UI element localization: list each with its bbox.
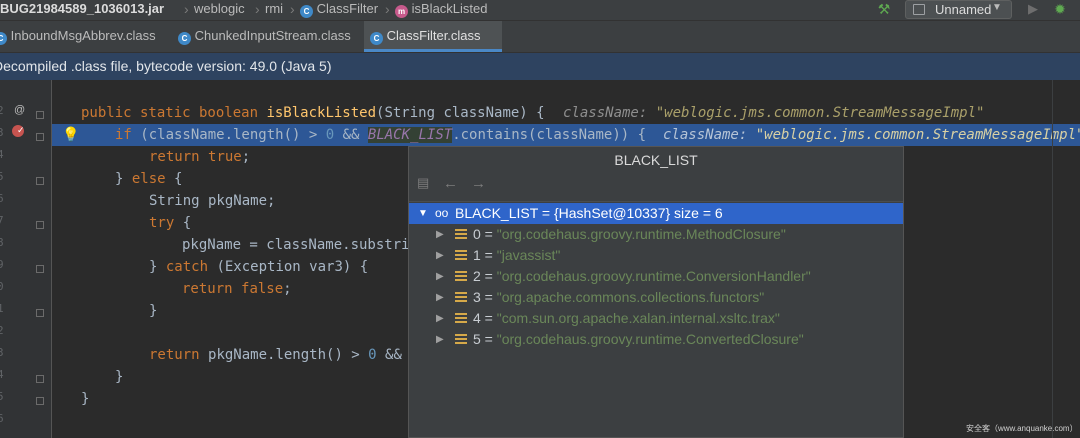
line-number: 7 [0, 214, 4, 227]
chevron-right-icon[interactable]: ▶ [436, 287, 444, 308]
line-number: 1 [0, 302, 4, 315]
folder-icon[interactable]: ▤ [417, 175, 429, 191]
fold-marker-icon[interactable] [36, 221, 44, 229]
tab-classfilter[interactable]: C ClassFilter.class [364, 21, 502, 52]
class-icon: C [300, 5, 313, 18]
method-icon: m [395, 5, 408, 18]
watch-glasses-icon: oo [435, 206, 449, 220]
field-icon [455, 334, 467, 345]
line-number: 4 [0, 368, 4, 381]
inline-value-hint: className: "weblogic.jms.common.StreamMe… [663, 127, 1080, 143]
class-icon: C [370, 32, 383, 45]
fold-marker-icon[interactable] [36, 375, 44, 383]
breadcrumb-separator-icon: › [290, 1, 295, 17]
fold-marker-icon[interactable] [36, 265, 44, 273]
chevron-down-icon: ▼ [992, 2, 1002, 13]
intention-bulb-icon[interactable]: 💡 [62, 126, 79, 143]
class-icon: C [0, 32, 7, 45]
breadcrumb-separator-icon: › [184, 1, 189, 17]
tree-row-item[interactable]: ▶ 1 = "javassist" [409, 245, 903, 266]
line-number: 6 [0, 192, 4, 205]
tab-inboundmsgabbrev[interactable]: C InboundMsgAbbrev.class [0, 21, 168, 52]
breadcrumb-isblacklisted[interactable]: m isBlackListed [395, 0, 488, 20]
configuration-icon [913, 4, 925, 15]
breadcrumb-rmi[interactable]: rmi [265, 0, 283, 20]
black-list-reference: BLACK_LIST [367, 127, 453, 143]
code-line-signature: public static boolean isBlackListed(Stri… [52, 102, 1080, 124]
hammer-icon[interactable]: ⚒ [874, 0, 894, 20]
field-icon [455, 250, 467, 261]
chevron-right-icon[interactable]: ▶ [436, 245, 444, 266]
tree-row-item[interactable]: ▶ 5 = "org.codehaus.groovy.runtime.Conve… [409, 329, 903, 350]
run-configuration-dropdown[interactable]: Unnamed ▼ [905, 0, 1012, 19]
fold-marker-icon[interactable] [36, 309, 44, 317]
line-number: 9 [0, 258, 4, 271]
editor-right-margin [1052, 80, 1053, 438]
breadcrumb-jar[interactable]: BUG21984589_1036013.jar [0, 0, 164, 20]
line-number: 0 [0, 280, 4, 293]
field-icon [455, 229, 467, 240]
override-marker-icon: @ [14, 104, 26, 116]
inline-value-hint: className: "weblogic.jms.common.StreamMe… [563, 105, 985, 121]
breadcrumb-separator-icon: › [385, 1, 390, 17]
navigation-bar: BUG21984589_1036013.jar › weblogic › rmi… [0, 0, 1080, 21]
chevron-right-icon[interactable]: ▶ [436, 224, 444, 245]
class-icon: C [178, 32, 191, 45]
variable-inspection-popup[interactable]: BLACK_LIST ▤ ← → ▼ oo BLACK_LIST = {Hash… [408, 146, 904, 438]
code-line-if-current: if (className.length() > 0 && BLACK_LIST… [52, 124, 1080, 146]
breakpoint-check-icon: ✓ [17, 125, 25, 135]
chevron-right-icon[interactable]: ▶ [436, 266, 444, 287]
field-icon [455, 271, 467, 282]
line-number: 3 [0, 346, 4, 359]
forward-arrow-icon[interactable]: → [471, 175, 486, 192]
debug-bug-icon[interactable]: ✹ [1050, 0, 1070, 20]
chevron-right-icon[interactable]: ▶ [436, 329, 444, 350]
line-number: 2 [0, 324, 4, 337]
tree-row-item[interactable]: ▶ 3 = "org.apache.commons.collections.fu… [409, 287, 903, 308]
line-number: 5 [0, 170, 4, 183]
line-number: 4 [0, 148, 4, 161]
breadcrumb-weblogic[interactable]: weblogic [194, 0, 245, 20]
fold-marker-icon[interactable] [36, 177, 44, 185]
field-icon [455, 292, 467, 303]
tree-row-item[interactable]: ▶ 0 = "org.codehaus.groovy.runtime.Metho… [409, 224, 903, 245]
decompiled-banner: Decompiled .class file, bytecode version… [0, 53, 1080, 80]
line-number: 6 [0, 412, 4, 425]
popup-toolbar: ▤ ← → [409, 173, 903, 202]
tree-row-root[interactable]: ▼ oo BLACK_LIST = {HashSet@10337} size =… [409, 203, 903, 224]
chevron-down-icon[interactable]: ▼ [418, 203, 428, 224]
breadcrumb-separator-icon: › [255, 1, 260, 17]
play-icon[interactable]: ▶ [1024, 0, 1042, 20]
tree-row-item[interactable]: ▶ 2 = "org.codehaus.groovy.runtime.Conve… [409, 266, 903, 287]
chevron-right-icon[interactable]: ▶ [436, 308, 444, 329]
tree-row-item[interactable]: ▶ 4 = "com.sun.org.apache.xalan.internal… [409, 308, 903, 329]
tab-chunkedinputstream[interactable]: C ChunkedInputStream.class [172, 21, 362, 52]
fold-marker-icon[interactable] [36, 133, 44, 141]
line-number: 5 [0, 390, 4, 403]
popup-title: BLACK_LIST [614, 152, 698, 168]
editor-gutter[interactable]: 2 @ 3 ✓ 4 5 6 7 8 9 0 1 2 3 4 5 6 [0, 80, 52, 438]
fold-marker-icon[interactable] [36, 111, 44, 119]
line-number: 2 [0, 104, 4, 117]
watermark: 安全客（www.anquanke.com） [966, 424, 1078, 433]
line-number: 8 [0, 236, 4, 249]
line-number: 3 [0, 126, 4, 139]
back-arrow-icon[interactable]: ← [443, 175, 458, 192]
breadcrumb-classfilter[interactable]: C ClassFilter [300, 0, 378, 20]
field-icon [455, 313, 467, 324]
editor-tab-bar: C InboundMsgAbbrev.class C ChunkedInputS… [0, 21, 1080, 53]
fold-marker-icon[interactable] [36, 397, 44, 405]
